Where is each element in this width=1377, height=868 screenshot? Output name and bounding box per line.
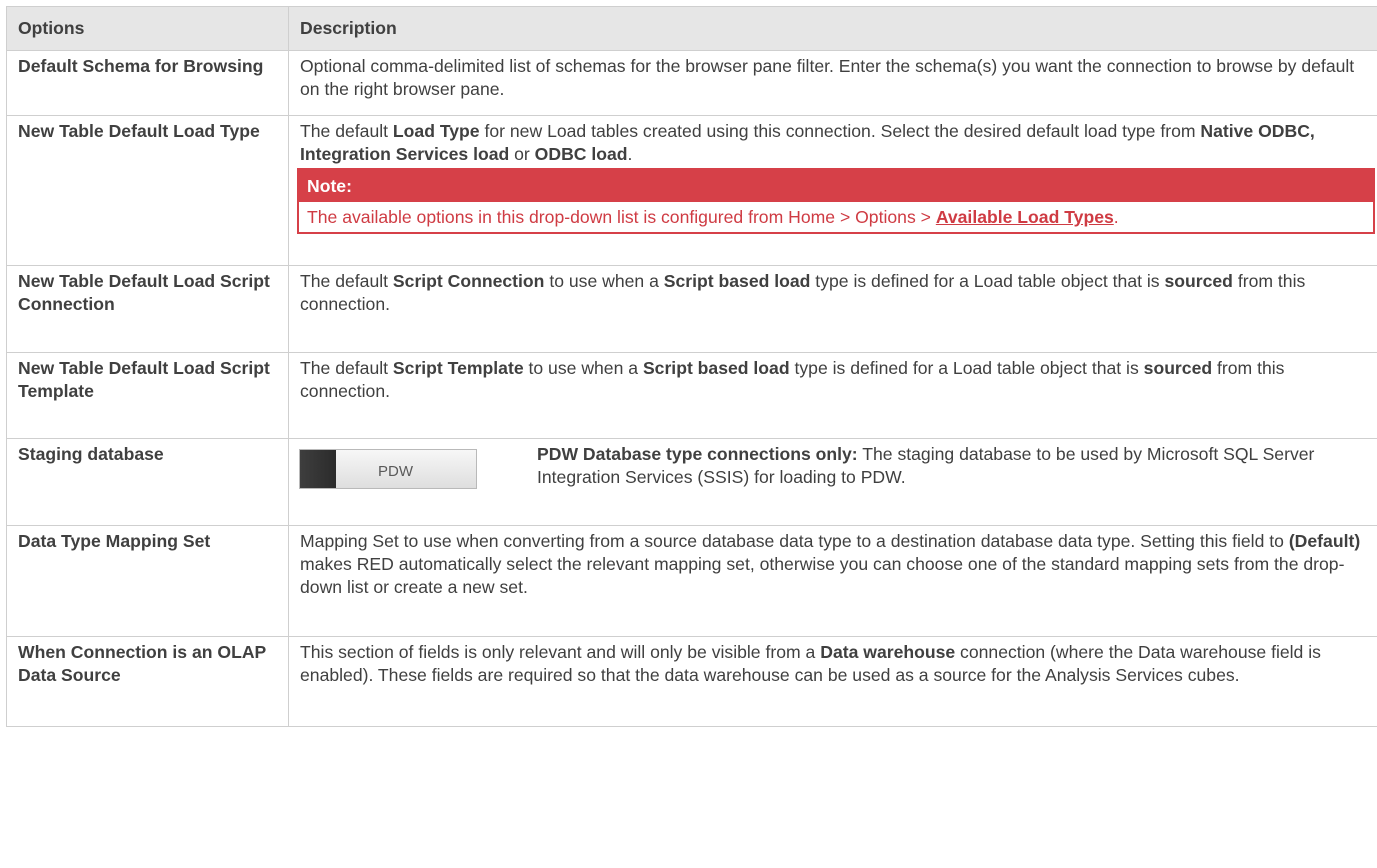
- table-row: New Table Default Load Script Connection…: [6, 265, 1377, 353]
- pdw-toggle[interactable]: PDW: [299, 449, 477, 489]
- table-row: When Connection is an OLAP Data Source T…: [6, 636, 1377, 727]
- desc-text: This section of fields is only relevant …: [300, 642, 821, 662]
- desc-text: The default: [300, 358, 393, 378]
- desc-bold: Load Type: [392, 121, 480, 141]
- note-end: .: [1113, 207, 1119, 227]
- desc-text: makes RED automatically select the relev…: [300, 554, 1345, 597]
- option-name: Staging database: [6, 438, 289, 526]
- option-name: New Table Default Load Script Template: [6, 352, 289, 439]
- option-name: New Table Default Load Type: [6, 115, 289, 266]
- desc-text: type is defined for a Load table object …: [789, 358, 1144, 378]
- option-description: The default Load Type for new Load table…: [288, 115, 1377, 266]
- desc-text: for new Load tables created using this c…: [479, 121, 1201, 141]
- options-table: Options Description Default Schema for B…: [6, 6, 1377, 727]
- table-row: New Table Default Load Type The default …: [6, 115, 1377, 266]
- desc-bold: PDW Database type connections only:: [537, 444, 858, 464]
- option-name: Data Type Mapping Set: [6, 525, 289, 637]
- desc-bold: sourced: [1143, 358, 1213, 378]
- note-text: The available options in this drop-down …: [307, 207, 936, 227]
- desc-text: to use when a: [523, 358, 643, 378]
- option-description: PDW PDW Database type connections only: …: [288, 438, 1377, 526]
- table-header-row: Options Description: [6, 6, 1377, 51]
- table-row: New Table Default Load Script Template T…: [6, 352, 1377, 439]
- table-row: Default Schema for Browsing Optional com…: [6, 50, 1377, 116]
- desc-bold: sourced: [1164, 271, 1233, 291]
- option-description: The default Script Template to use when …: [288, 352, 1377, 439]
- toggle-label: PDW: [378, 463, 413, 480]
- option-name: When Connection is an OLAP Data Source: [6, 636, 289, 727]
- desc-text: or: [509, 144, 535, 164]
- staging-description: PDW Database type connections only: The …: [537, 443, 1370, 489]
- table-row: Data Type Mapping Set Mapping Set to use…: [6, 525, 1377, 637]
- toggle-knob: [300, 450, 336, 488]
- note-box: Note: The available options in this drop…: [297, 168, 1375, 234]
- option-description: The default Script Connection to use whe…: [288, 265, 1377, 353]
- available-load-types-link[interactable]: Available Load Types: [936, 207, 1114, 227]
- description-column-header: Description: [288, 6, 1377, 51]
- desc-text: type is defined for a Load table object …: [810, 271, 1165, 291]
- table-row: Staging database PDW PDW Database type c…: [6, 438, 1377, 526]
- option-name: Default Schema for Browsing: [6, 50, 289, 116]
- desc-bold: Script Template: [392, 358, 524, 378]
- desc-bold: (Default): [1288, 531, 1361, 551]
- option-description: This section of fields is only relevant …: [288, 636, 1377, 727]
- option-name: New Table Default Load Script Connection: [6, 265, 289, 353]
- option-description: Optional comma-delimited list of schemas…: [288, 50, 1377, 116]
- note-body: The available options in this drop-down …: [299, 202, 1373, 232]
- desc-text: The default: [300, 271, 393, 291]
- desc-bold: Data warehouse: [820, 642, 956, 662]
- desc-bold: Script based load: [642, 358, 790, 378]
- note-title: Note:: [299, 170, 1373, 202]
- desc-text: Mapping Set to use when converting from …: [300, 531, 1289, 551]
- option-description: Mapping Set to use when converting from …: [288, 525, 1377, 637]
- desc-text: The default: [300, 121, 393, 141]
- desc-bold: Script Connection: [392, 271, 545, 291]
- options-column-header: Options: [6, 6, 289, 51]
- desc-text: .: [627, 144, 633, 164]
- desc-bold: ODBC load: [534, 144, 628, 164]
- desc-text: to use when a: [544, 271, 664, 291]
- desc-bold: Script based load: [663, 271, 811, 291]
